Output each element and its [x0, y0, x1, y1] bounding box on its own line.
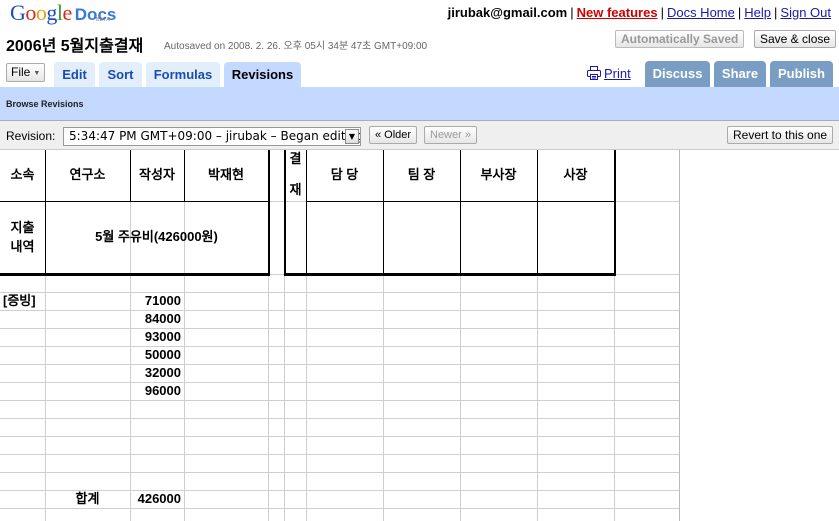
cell-receipts-label[interactable]: [증빙]: [0, 292, 60, 310]
user-email: jirubak@gmail.com: [447, 5, 568, 20]
grid-row-line: [0, 508, 679, 509]
google-docs-logo[interactable]: Google Docs BETA: [10, 0, 116, 26]
newer-revision-button[interactable]: Newer »: [424, 126, 477, 144]
cell-author-label[interactable]: 작성자: [130, 150, 184, 201]
revision-bar: Revision: 5:34:47 PM GMT+09:00 – jirubak…: [0, 121, 839, 150]
spreadsheet-grid[interactable]: 소속 연구소 작성자 박재현 결 재 담 당 팀 장 부사장 사장 지출 내역 …: [0, 150, 839, 521]
document-title[interactable]: 2006년 5월지출결재: [6, 32, 143, 56]
grid-row-line: [0, 400, 679, 401]
cell-amount[interactable]: 93000: [130, 328, 184, 346]
grid-col-line: [679, 150, 680, 521]
cell-affiliation-value[interactable]: 연구소: [45, 150, 130, 201]
autosave-status: Autosaved on 2008. 2. 26. 오후 05시 34분 47초…: [164, 41, 428, 52]
grid-row-line: [0, 346, 679, 347]
cell-amount[interactable]: 71000: [130, 292, 184, 310]
tab-share[interactable]: Share: [714, 61, 766, 87]
cell-total-value[interactable]: 426000: [130, 490, 184, 508]
form-border-line: [284, 273, 616, 276]
tab-formulas[interactable]: Formulas: [146, 62, 220, 87]
cell-amount[interactable]: 32000: [130, 364, 184, 382]
chevron-down-icon: ▼: [33, 70, 41, 77]
tab-sort[interactable]: Sort: [99, 62, 142, 87]
print-link[interactable]: Print: [587, 66, 631, 81]
cell-approval-label-1[interactable]: 결: [285, 150, 306, 170]
browse-revisions-label: Browse Revisions: [6, 99, 84, 109]
cell-approval-label-2[interactable]: 재: [285, 180, 306, 200]
grid-row-line: [0, 382, 679, 383]
grid-row-line: [0, 310, 679, 311]
grid-row-line: [0, 436, 679, 437]
grid-row-line: [0, 454, 679, 455]
help-link[interactable]: Help: [744, 5, 771, 20]
cell-expense-label[interactable]: 지출 내역: [0, 201, 45, 274]
grid-row-line: [0, 328, 679, 329]
revert-button[interactable]: Revert to this one: [727, 126, 834, 144]
revision-label: Revision:: [6, 129, 56, 143]
cell-amount[interactable]: 84000: [130, 310, 184, 328]
tab-revisions[interactable]: Revisions: [224, 62, 301, 88]
cell-approver-vp[interactable]: 부사장: [460, 150, 537, 201]
save-close-button[interactable]: Save & close: [754, 30, 837, 48]
printer-icon: [587, 66, 601, 80]
cell-approver-staff[interactable]: 담 당: [306, 150, 383, 201]
grid-row-line: [0, 472, 679, 473]
cell-expense-description[interactable]: 5월 주유비(426000원): [45, 201, 268, 274]
docs-home-link[interactable]: Docs Home: [667, 5, 735, 20]
grid-row-line: [0, 292, 679, 293]
sign-out-link[interactable]: Sign Out: [780, 5, 831, 20]
form-border-line: [268, 150, 270, 274]
cell-author-value[interactable]: 박재현: [184, 150, 268, 201]
automatically-saved-button[interactable]: Automatically Saved: [615, 30, 745, 48]
cell-approver-team-lead[interactable]: 팀 장: [383, 150, 460, 201]
beta-label: BETA: [96, 17, 110, 23]
cell-total-label[interactable]: 합계: [45, 490, 130, 508]
cell-amount[interactable]: 50000: [130, 346, 184, 364]
dropdown-arrow-icon: ▼: [345, 129, 359, 144]
cell-approver-president[interactable]: 사장: [537, 150, 614, 201]
tab-discuss[interactable]: Discuss: [645, 61, 710, 87]
grid-row-line: [0, 418, 679, 419]
cell-affiliation-label[interactable]: 소속: [0, 150, 45, 201]
new-features-link[interactable]: New features: [577, 5, 658, 20]
form-border-line: [306, 201, 614, 202]
tab-publish[interactable]: Publish: [770, 61, 833, 87]
tab-edit[interactable]: Edit: [54, 62, 95, 87]
logo-google-text: Google: [10, 0, 72, 25]
revision-select[interactable]: 5:34:47 PM GMT+09:00 – jirubak – Began e…: [63, 127, 361, 146]
grid-row-line: [0, 364, 679, 365]
cell-amount[interactable]: 96000: [130, 382, 184, 400]
file-menu-button[interactable]: File ▼: [6, 63, 46, 82]
older-revision-button[interactable]: « Older: [369, 126, 418, 144]
account-links: jirubak@gmail.com | New features | Docs Home…: [447, 5, 831, 20]
revisions-toolbar: Browse Revisions: [0, 87, 839, 121]
form-border-line: [614, 150, 616, 274]
